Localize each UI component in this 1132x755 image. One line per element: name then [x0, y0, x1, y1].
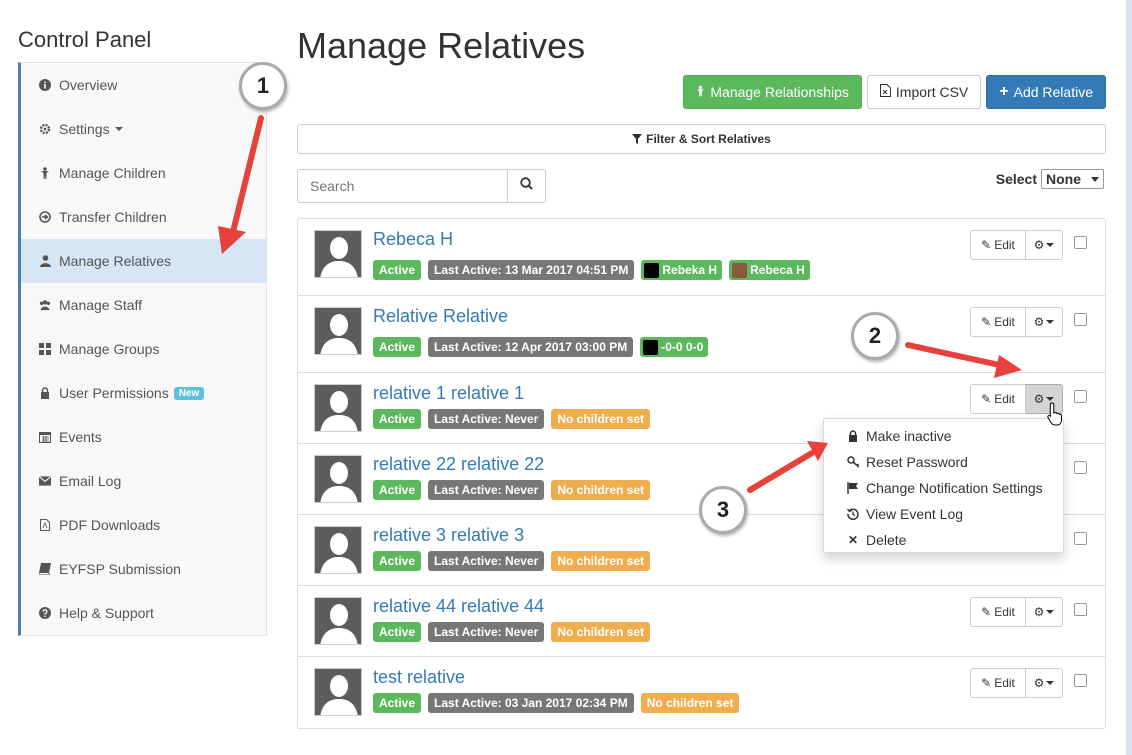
arrow-1	[218, 115, 264, 254]
callout-badge-2: 2	[851, 312, 899, 360]
callout-badge-1: 1	[239, 62, 287, 110]
arrow-3	[747, 441, 828, 493]
app-root: Control Panel Overview Settings Manage C…	[0, 0, 1132, 755]
annotation-arrows	[218, 115, 1022, 493]
arrow-2	[905, 342, 1022, 378]
scrollbar-edge[interactable]	[1126, 0, 1132, 755]
callout-badge-3: 3	[699, 486, 747, 534]
